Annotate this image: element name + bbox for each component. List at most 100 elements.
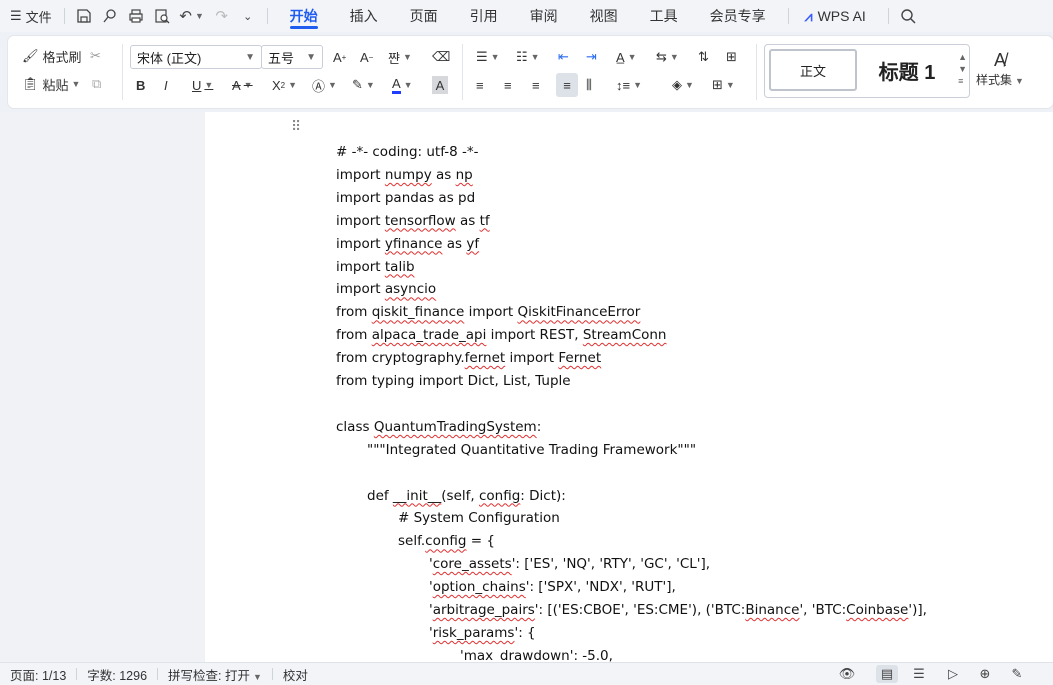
tab-view[interactable]: 视图 [574,0,634,32]
undo-icon[interactable]: ↶ ▼ [177,5,207,27]
decrease-indent-icon[interactable]: ⇤ [558,45,569,69]
code-line[interactable]: from qiskit_finance import QiskitFinance… [336,302,640,322]
align-left-icon[interactable]: ≡ [476,73,484,97]
show-marks-icon[interactable]: ⊞ [726,45,737,69]
code-line[interactable]: import talib [336,257,415,277]
cut-icon[interactable]: ✂ [90,44,101,68]
code-line[interactable]: """Integrated Quantitative Trading Frame… [367,440,696,460]
outline-view-icon[interactable]: ☰ [908,665,930,683]
border-icon[interactable]: ⊞ ▼ [712,73,735,97]
shading-icon[interactable]: ◈ ▼ [672,73,694,97]
tab-member[interactable]: 会员专享 [694,0,782,32]
highlight-icon[interactable]: ✎ ▼ [352,73,375,97]
style-heading1[interactable]: 标题 1 [865,49,949,91]
spell-check-label: 拼写检查: 打开 [168,668,250,683]
code-line[interactable]: 'max_drawdown': -5.0, [460,646,613,662]
code-line[interactable]: import numpy as np [336,165,473,185]
style-set-icon: A̸ [993,50,1006,70]
drag-handle-icon[interactable]: ⠿ [291,118,301,135]
eye-icon[interactable]: 👁︎ [836,665,858,683]
paste-button[interactable]: 📋︎ 粘贴 ▼ [22,72,80,96]
align-center-icon[interactable]: ≡ [504,73,512,97]
code-line[interactable]: from cryptography.fernet import Fernet [336,348,601,368]
increase-indent-icon[interactable]: ⇥ [586,45,597,69]
play-icon[interactable]: ▷ [942,665,964,683]
more-chevron-icon[interactable]: ⌄ [237,5,259,27]
distribute-icon[interactable]: ⫼ [586,73,592,97]
divider [756,44,757,100]
align-right-icon[interactable]: ≡ [532,73,540,97]
style-normal[interactable]: 正文 [769,49,857,91]
italic-icon[interactable]: I [164,73,168,97]
code-line[interactable]: class QuantumTradingSystem: [336,417,541,437]
word-count[interactable]: 字数: 1296 [77,665,157,684]
code-line[interactable]: 'option_chains': ['SPX', 'NDX', 'RUT'], [429,577,676,597]
clipboard-icon: 📋︎ [22,76,39,91]
font-name-select[interactable]: 宋体 (正文) ▼ [130,45,262,69]
tab-wps-ai[interactable]: ⩘ WPS AI [795,0,882,32]
page-view-icon[interactable]: ▤ [876,665,898,683]
wps-ai-label: WPS AI [817,8,866,24]
code-line[interactable]: # System Configuration [398,508,560,528]
divider [462,44,463,100]
save-icon[interactable] [73,5,95,27]
tab-review[interactable]: 审阅 [514,0,574,32]
grow-font-icon[interactable]: A + [333,45,346,69]
style-set-button[interactable]: A̸ 样式集 ▼ [976,44,1024,94]
file-menu-label: 文件 [25,9,52,25]
document-page[interactable]: ⠿ # -*- coding: utf-8 -*- import numpy as… [205,112,1053,662]
sort-icon[interactable]: ⇅ [698,45,709,69]
pen-icon[interactable]: ✎ [1006,665,1028,683]
tab-insert[interactable]: 插入 [334,0,394,32]
text-effect-icon[interactable]: Ⓐ ▼ [312,73,337,97]
clear-format-icon[interactable]: ⌫ [432,45,450,69]
copy-icon[interactable]: ⧉ [92,72,101,96]
code-line[interactable]: import asyncio [336,279,436,299]
proofread-button[interactable]: 校对 [273,665,318,684]
page-count[interactable]: 页面: 1/13 [0,665,76,684]
search-icon[interactable] [897,5,919,27]
text-direction-icon[interactable]: A̲ ▼ [616,45,637,69]
hamburger-icon: ☰ [10,8,22,23]
char-shading-icon[interactable]: A [432,76,448,94]
tab-page[interactable]: 页面 [394,0,454,32]
code-line[interactable]: import tensorflow as tf [336,211,490,231]
bold-icon[interactable]: B [136,73,145,97]
divider [266,8,268,24]
phonetic-guide-icon[interactable]: 쨘 ▼ [388,45,412,69]
strikethrough-icon[interactable]: A ▼ [232,73,253,97]
numbered-list-icon[interactable]: ☷ ▼ [516,45,540,69]
share-icon[interactable] [99,5,121,27]
superscript-icon[interactable]: X 2 ▼ [272,73,297,97]
font-color-icon[interactable]: A ▼ [392,73,413,97]
print-preview-icon[interactable] [151,5,173,27]
redo-icon[interactable]: ↷ [211,5,233,27]
justify-icon[interactable]: ≡ [556,73,578,97]
style-scroll-icon[interactable]: ▲ ▼ ≡ [958,51,967,87]
code-line[interactable]: self.config = { [398,531,495,551]
code-line[interactable]: 'core_assets': ['ES', 'NQ', 'RTY', 'GC',… [429,554,710,574]
code-line[interactable]: import pandas as pd [336,188,475,208]
code-line[interactable]: from alpaca_trade_api import REST, Strea… [336,325,667,345]
tab-tools[interactable]: 工具 [634,0,694,32]
code-line[interactable]: from typing import Dict, List, Tuple [336,371,571,391]
format-painter-button[interactable]: 🖌︎ 格式刷 [22,44,82,68]
sort-exchange-icon[interactable]: ⇆ ▼ [656,45,679,69]
bullet-list-icon[interactable]: ☰ ▼ [476,45,500,69]
code-line[interactable]: # -*- coding: utf-8 -*- [336,142,478,162]
code-line[interactable]: 'risk_params': { [429,623,536,643]
code-line[interactable]: 'arbitrage_pairs': [('ES:CBOE', 'ES:CME'… [429,600,927,620]
code-line[interactable]: import yfinance as yf [336,234,479,254]
font-size-select[interactable]: 五号 ▼ [261,45,323,69]
spell-check-toggle[interactable]: 拼写检查: 打开 ▼ [158,665,272,684]
tab-home[interactable]: 开始 [274,0,334,32]
paste-label: 粘贴 [42,77,69,93]
tab-references[interactable]: 引用 [454,0,514,32]
underline-icon[interactable]: U ▼ [192,73,213,97]
file-menu[interactable]: ☰ 文件 [0,0,58,32]
web-view-icon[interactable]: ⊕ [974,665,996,683]
line-spacing-icon[interactable]: ↕≡ ▼ [616,73,642,97]
shrink-font-icon[interactable]: A − [360,45,373,69]
code-line[interactable]: def __init__(self, config: Dict): [367,486,566,506]
print-icon[interactable] [125,5,147,27]
